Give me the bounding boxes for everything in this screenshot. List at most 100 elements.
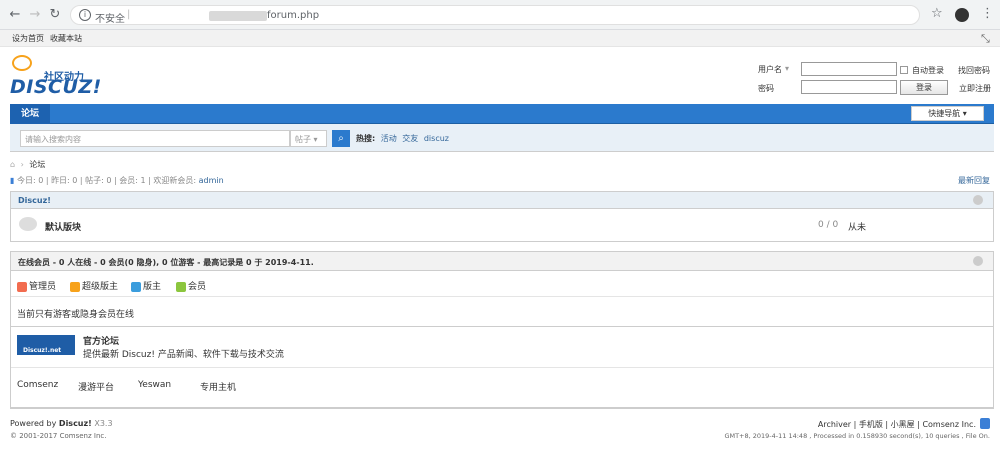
category-box: Discuz! 默认版块 0 / 0 从未 bbox=[10, 191, 994, 242]
collapse-toggle-icon[interactable] bbox=[973, 256, 983, 266]
breadcrumb: ⌂ › 论坛 bbox=[10, 159, 45, 170]
password-label: 密码 bbox=[758, 84, 774, 93]
online-legend: 管理员 超级版主 版主 会员 bbox=[11, 271, 993, 297]
search-type-select[interactable]: 帖子 ▾ bbox=[290, 130, 327, 147]
powered-prefix: Powered by bbox=[10, 419, 57, 428]
url-divider: | bbox=[127, 9, 131, 20]
speech-bubble-icon bbox=[12, 55, 32, 71]
legend-label: 超级版主 bbox=[82, 282, 119, 292]
chart-icon: ▮ bbox=[10, 176, 15, 185]
stat-today: 今日: 0 bbox=[16, 176, 44, 185]
legend-label: 管理员 bbox=[29, 282, 57, 292]
back-icon[interactable]: ← bbox=[6, 6, 24, 24]
username-dropdown-icon[interactable]: ▾ bbox=[785, 64, 789, 73]
auto-login-label: 自动登录 bbox=[912, 66, 944, 75]
auto-login-checkbox[interactable] bbox=[900, 66, 908, 74]
legend-mod: 版主 bbox=[131, 279, 161, 292]
redacted-host bbox=[209, 11, 267, 21]
category-name[interactable]: Discuz! bbox=[18, 196, 51, 205]
bookmark-site-link[interactable]: 收藏本站 bbox=[50, 33, 82, 44]
online-heading: 在线会员 - 0 人在线 - 0 会员(0 隐身), 0 位游客 - 最高记录是… bbox=[18, 258, 314, 267]
hot-item[interactable]: 活动 bbox=[381, 134, 397, 143]
online-note: 当前只有游客或隐身会员在线 bbox=[17, 310, 135, 320]
member-icon bbox=[176, 281, 186, 292]
main-nav: 论坛 bbox=[10, 104, 994, 124]
browser-menu-icon[interactable]: ⋮ bbox=[981, 6, 994, 21]
hot-search: 热搜: 活动 交友 discuz bbox=[356, 133, 449, 144]
forum-icon bbox=[19, 217, 37, 231]
gmt-info: GMT+8, 2019-4-11 14:48 , Processed in 0.… bbox=[724, 432, 990, 440]
tab-forum[interactable]: 论坛 bbox=[10, 104, 50, 124]
footer-links[interactable]: Archiver | 手机版 | 小黑屋 | Comsenz Inc. bbox=[818, 419, 976, 430]
legend-super-mod: 超级版主 bbox=[70, 279, 118, 292]
new-member-link[interactable]: admin bbox=[199, 176, 224, 185]
insecure-label: 不安全 bbox=[95, 14, 125, 25]
breadcrumb-current: 论坛 bbox=[29, 160, 46, 169]
hot-item[interactable]: 交友 bbox=[402, 134, 418, 143]
quick-nav-button[interactable]: 快捷导航 ▾ bbox=[911, 106, 984, 121]
select-arrow-icon: ▾ bbox=[313, 135, 318, 144]
friend-link[interactable]: 漫游平台 bbox=[78, 380, 114, 393]
stat-yesterday: 昨日: 0 bbox=[51, 176, 78, 185]
powered-name[interactable]: Discuz! bbox=[59, 419, 92, 428]
category-header: Discuz! bbox=[11, 192, 993, 209]
forward-icon[interactable]: → bbox=[26, 6, 44, 24]
set-home-link[interactable]: 设为首页 bbox=[12, 33, 44, 44]
stat-members: 会员: 1 bbox=[119, 176, 146, 185]
shield-icon[interactable] bbox=[980, 418, 990, 429]
username-input[interactable] bbox=[801, 62, 897, 76]
latest-replies-link[interactable]: 最新回复 bbox=[958, 175, 990, 186]
profile-avatar[interactable] bbox=[955, 8, 969, 22]
login-button[interactable]: 登录 bbox=[900, 80, 948, 95]
friend-link[interactable]: Yeswan bbox=[138, 380, 171, 390]
url-path: forum.php bbox=[267, 10, 320, 21]
breadcrumb-separator-icon: › bbox=[20, 160, 24, 169]
official-logo[interactable]: Discuz!.net bbox=[17, 335, 75, 355]
mod-icon bbox=[131, 281, 141, 292]
online-box: 在线会员 - 0 人在线 - 0 会员(0 隐身), 0 位游客 - 最高记录是… bbox=[10, 251, 994, 408]
home-icon[interactable]: ⌂ bbox=[10, 160, 15, 169]
official-link-row: Discuz!.net 官方论坛 提供最新 Discuz! 产品新闻、软件下载与… bbox=[11, 327, 993, 367]
logo-wordmark: DISCUZ! bbox=[10, 76, 102, 98]
info-icon[interactable]: i bbox=[79, 9, 91, 21]
site-topbar: 设为首页 收藏本站 bbox=[0, 30, 1000, 47]
chevron-down-icon: ▾ bbox=[962, 109, 967, 118]
stat-posts: 帖子: 0 bbox=[85, 176, 112, 185]
powered-by: Powered by Discuz! X3.3 bbox=[10, 419, 113, 428]
online-header: 在线会员 - 0 人在线 - 0 会员(0 隐身), 0 位游客 - 最高记录是… bbox=[11, 252, 993, 271]
bookmark-star-icon[interactable]: ☆ bbox=[931, 6, 943, 21]
browser-toolbar: ← → ↻ i 不安全 | forum.php ☆ ⋮ bbox=[0, 0, 1000, 30]
welcome-label: 欢迎新会员: bbox=[153, 176, 197, 185]
collapse-toggle-icon[interactable] bbox=[973, 195, 983, 205]
friend-link[interactable]: 专用主机 bbox=[200, 380, 236, 393]
username-label: 用户名 bbox=[758, 65, 782, 74]
official-logo-text: Discuz!.net bbox=[23, 347, 62, 354]
super-mod-icon bbox=[70, 281, 80, 292]
forum-counts: 0 / 0 bbox=[818, 220, 839, 230]
collapse-icon[interactable]: ⤡ bbox=[981, 32, 990, 46]
footer: Powered by Discuz! X3.3 © 2001-2017 Coms… bbox=[10, 408, 994, 440]
copyright: © 2001-2017 Comsenz Inc. bbox=[10, 432, 107, 440]
password-input[interactable] bbox=[801, 80, 897, 94]
friend-link[interactable]: Comsenz bbox=[17, 380, 58, 390]
hot-search-label: 热搜: bbox=[356, 134, 376, 143]
official-desc: 提供最新 Discuz! 产品新闻、软件下载与技术交流 bbox=[83, 350, 284, 360]
quick-nav-label: 快捷导航 bbox=[928, 109, 961, 118]
search-input[interactable]: 请输入搜索内容 bbox=[20, 130, 290, 147]
forum-row: 默认版块 0 / 0 从未 bbox=[11, 209, 993, 241]
register-link[interactable]: 立即注册 bbox=[959, 83, 991, 94]
legend-admin: 管理员 bbox=[17, 279, 56, 292]
address-bar[interactable]: i 不安全 | forum.php bbox=[70, 5, 920, 25]
legend-label: 版主 bbox=[143, 282, 162, 292]
official-title[interactable]: 官方论坛 bbox=[83, 334, 119, 347]
legend-label: 会员 bbox=[188, 282, 207, 292]
admin-icon bbox=[17, 281, 27, 292]
find-password-link[interactable]: 找回密码 bbox=[958, 65, 990, 76]
hot-item[interactable]: discuz bbox=[424, 134, 449, 143]
search-icon: ⌕ bbox=[338, 133, 344, 144]
search-type-label: 帖子 bbox=[295, 135, 311, 144]
reload-icon[interactable]: ↻ bbox=[46, 6, 64, 24]
forum-name[interactable]: 默认版块 bbox=[45, 220, 81, 233]
version: X3.3 bbox=[94, 419, 113, 428]
search-button[interactable]: ⌕ bbox=[332, 130, 350, 147]
